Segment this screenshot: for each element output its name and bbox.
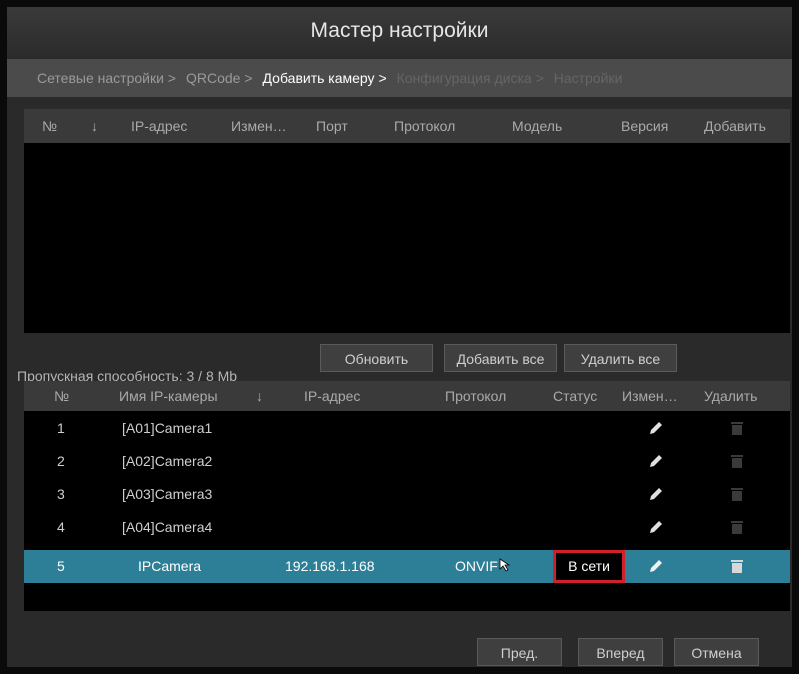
prev-button[interactable]: Пред. [477,638,562,666]
pencil-icon[interactable] [648,420,664,436]
table-row[interactable]: 3 [A03]Camera3 [24,478,790,511]
trash-icon[interactable] [730,486,744,502]
col-protocol[interactable]: Протокол [394,109,455,143]
table-row[interactable]: 1 [A01]Camera1 [24,412,790,445]
trash-icon[interactable] [730,558,744,574]
pencil-icon[interactable] [648,453,664,469]
next-button[interactable]: Вперед [578,638,663,666]
col-add[interactable]: Добавить [704,109,766,143]
row-number: 5 [57,558,65,574]
pencil-icon[interactable] [648,558,664,574]
col-model[interactable]: Модель [512,109,562,143]
pencil-icon[interactable] [648,519,664,535]
camera-name: [A01]Camera1 [122,420,213,436]
row-number: 4 [57,519,65,535]
delete-all-button[interactable]: Удалить все [564,344,677,372]
col-status[interactable]: Статус [553,381,597,411]
window-title: Мастер настройки [7,7,792,55]
refresh-button[interactable]: Обновить [320,344,433,372]
camera-name: IPCamera [138,558,202,574]
camera-protocol: ONVIF [455,558,498,574]
col-delete[interactable]: Удалить [704,381,757,411]
camera-ip: 192.168.1.168 [285,558,375,574]
sort-arrow-icon[interactable]: ↓ [256,381,263,411]
camera-name: [A03]Camera3 [122,486,213,502]
camera-name: [A04]Camera4 [122,519,213,535]
step-settings: Настройки [553,70,623,86]
status-online-highlight: В сети [553,550,625,583]
search-results-table: № ↓ IP-адрес Измен… Порт Протокол Модель… [24,109,790,333]
col-version[interactable]: Версия [621,109,668,143]
col-ip-address[interactable]: IP-адрес [304,381,360,411]
col-number[interactable]: № [42,109,57,143]
step-network-settings[interactable]: Сетевые настройки > [37,70,176,86]
row-number: 1 [57,420,65,436]
step-qrcode[interactable]: QRCode > [186,70,253,86]
col-edit[interactable]: Измен… [231,109,287,143]
col-port[interactable]: Порт [316,109,348,143]
step-disk-config: Конфигурация диска > [396,70,544,86]
col-ip-address[interactable]: IP-адрес [131,109,187,143]
table-row-selected[interactable]: 5 IPCamera 192.168.1.168 ONVIF В сети [24,550,790,583]
search-table-header: № ↓ IP-адрес Измен… Порт Протокол Модель… [24,109,790,143]
trash-icon[interactable] [730,420,744,436]
cancel-button[interactable]: Отмена [674,638,759,666]
col-edit[interactable]: Измен… [622,381,678,411]
sort-arrow-icon[interactable]: ↓ [91,109,98,143]
add-all-button[interactable]: Добавить все [444,344,557,372]
table-row[interactable]: 4 [A04]Camera4 [24,511,790,544]
added-cameras-table: № Имя IP-камеры ↓ IP-адрес Протокол Стат… [24,381,790,611]
col-protocol[interactable]: Протокол [445,381,506,411]
trash-icon[interactable] [730,453,744,469]
added-table-header: № Имя IP-камеры ↓ IP-адрес Протокол Стат… [24,381,790,411]
trash-icon[interactable] [730,519,744,535]
row-number: 3 [57,486,65,502]
col-number[interactable]: № [54,381,69,411]
mouse-pointer-icon [499,558,511,572]
step-add-camera[interactable]: Добавить камеру > [263,70,387,86]
col-camera-name[interactable]: Имя IP-камеры [119,381,218,411]
table-row[interactable]: 2 [A02]Camera2 [24,445,790,478]
pencil-icon[interactable] [648,486,664,502]
row-number: 2 [57,453,65,469]
setup-wizard-window: Мастер настройки Сетевые настройки > QRC… [7,7,792,667]
camera-name: [A02]Camera2 [122,453,213,469]
wizard-steps: Сетевые настройки > QRCode > Добавить ка… [7,59,792,97]
